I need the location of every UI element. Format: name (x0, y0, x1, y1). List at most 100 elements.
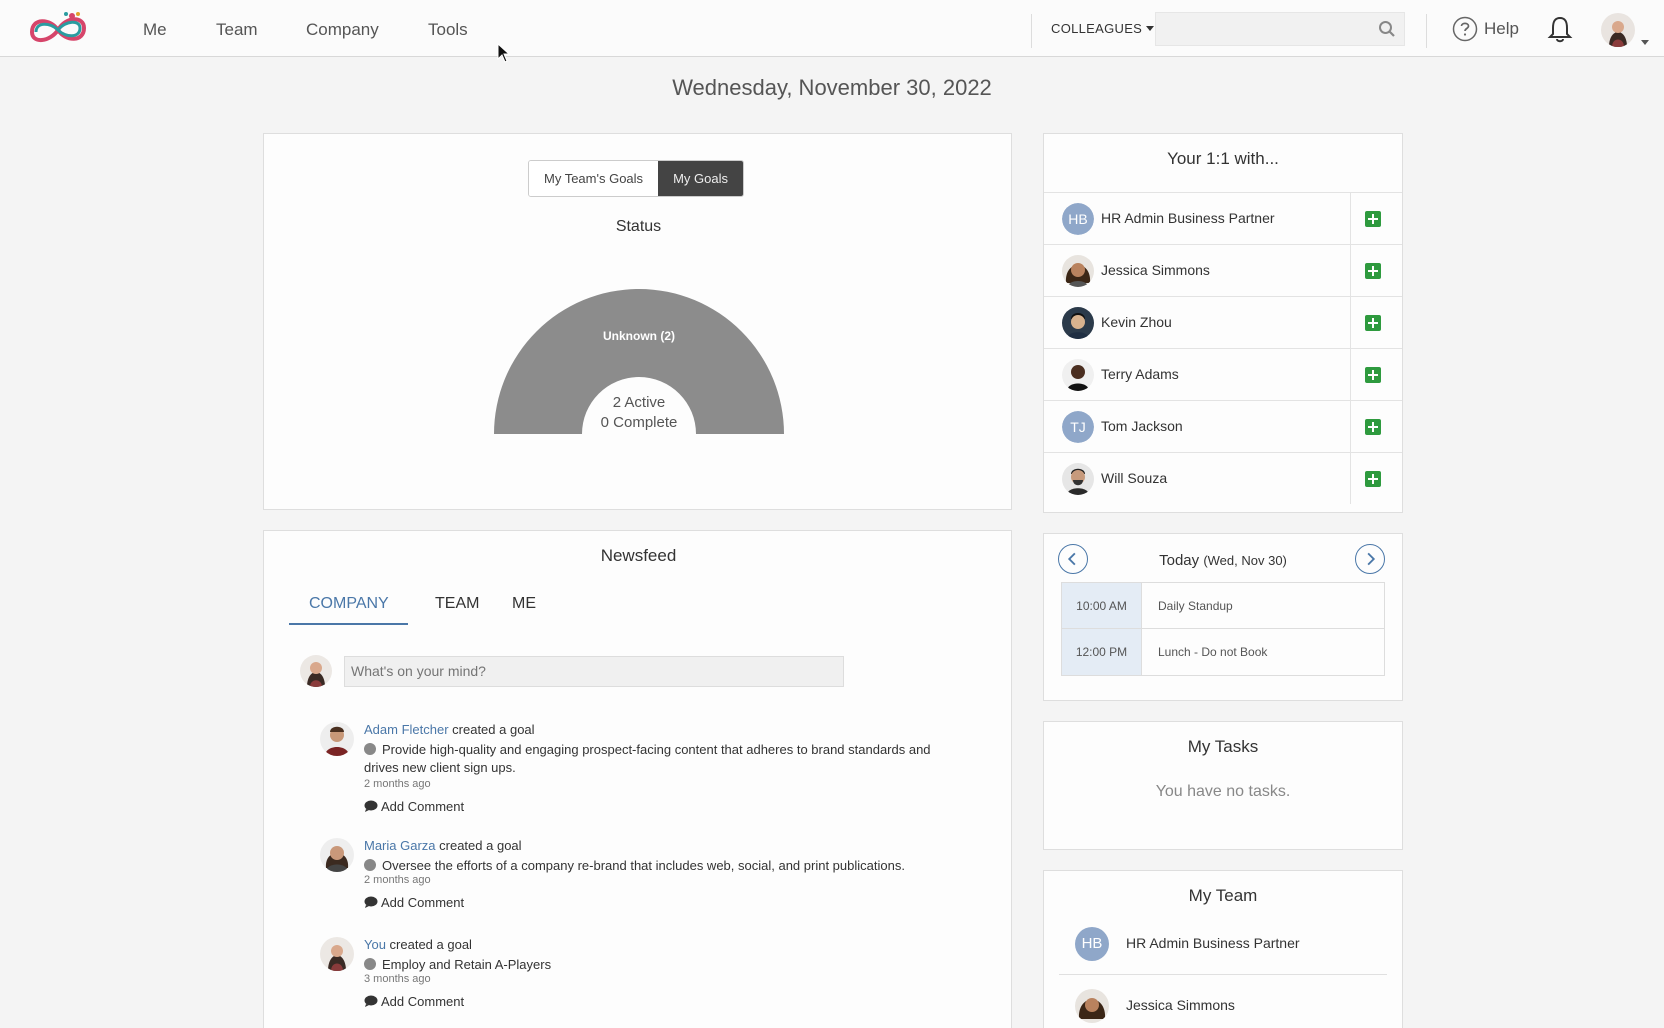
one-on-one-row[interactable]: Terry Adams (1044, 348, 1402, 400)
feed-author-link[interactable]: Maria Garza (364, 838, 436, 853)
avatar (1062, 255, 1094, 287)
user-avatar[interactable] (1601, 13, 1635, 47)
top-navigation-bar: Me Team Company Tools COLLEAGUES Help (0, 0, 1664, 57)
add-one-on-one-button[interactable] (1365, 471, 1381, 487)
comment-icon (364, 995, 378, 1007)
feed-author-link[interactable]: Adam Fletcher (364, 722, 449, 737)
feed-goal-text[interactable]: Oversee the efforts of a company re-bran… (382, 858, 905, 873)
company-logo[interactable] (26, 10, 90, 48)
status-post-input[interactable] (344, 656, 844, 687)
person-name: Terry Adams (1101, 366, 1179, 382)
feed-goal-text[interactable]: Employ and Retain A-Players (382, 957, 551, 972)
feed-headline: Adam Fletcher created a goal (364, 722, 535, 737)
comment-icon (364, 800, 378, 812)
my-team-card: My Team HB HR Admin Business Partner Jes… (1043, 870, 1403, 1028)
feed-goal: Provide high-quality and engaging prospe… (364, 741, 954, 777)
avatar-initials: TJ (1062, 411, 1094, 443)
nav-company[interactable]: Company (306, 20, 379, 40)
event-title[interactable]: Daily Standup (1158, 583, 1233, 629)
search-box (1155, 12, 1405, 46)
avatar (1075, 989, 1109, 1023)
add-comment-button[interactable]: Add Comment (364, 994, 464, 1009)
feed-timestamp: 2 months ago (364, 874, 431, 886)
event-title[interactable]: Lunch - Do not Book (1158, 629, 1267, 675)
question-circle-icon (1452, 16, 1478, 42)
calendar-events: 10:00 AM Daily Standup 12:00 PM Lunch - … (1061, 582, 1385, 676)
feed-action: created a goal (448, 722, 535, 737)
avatar[interactable] (320, 722, 354, 756)
search-icon[interactable] (1378, 20, 1396, 38)
person-name: Will Souza (1101, 470, 1168, 486)
no-tasks-message: You have no tasks. (1155, 783, 1291, 800)
team-member-row[interactable]: HB HR Admin Business Partner (1059, 913, 1387, 975)
one-on-one-row[interactable]: Jessica Simmons (1044, 244, 1402, 296)
nav-tools[interactable]: Tools (428, 20, 468, 40)
add-comment-label: Add Comment (381, 799, 465, 814)
add-comment-button[interactable]: Add Comment (364, 895, 464, 910)
status-chart-title: Status (615, 218, 662, 235)
goal-status-dot (364, 859, 376, 871)
row-divider (1350, 245, 1351, 296)
add-one-on-one-button[interactable] (1365, 367, 1381, 383)
feed-goal-text[interactable]: Provide high-quality and engaging prospe… (364, 742, 931, 775)
calendar-card: Today (Wed, Nov 30) 10:00 AM Daily Stand… (1043, 533, 1403, 701)
add-comment-button[interactable]: Add Comment (364, 799, 464, 814)
avatar: TJ (1062, 411, 1094, 443)
team-member-row[interactable]: Jessica Simmons (1059, 975, 1387, 1028)
row-divider (1350, 453, 1351, 504)
nav-team[interactable]: Team (216, 20, 258, 40)
feed-author-link[interactable]: You (364, 937, 386, 952)
one-on-one-row[interactable]: Will Souza (1044, 452, 1402, 504)
nav-divider (1031, 14, 1032, 48)
newsfeed-title: Newsfeed (600, 546, 677, 565)
comment-icon (364, 896, 378, 908)
row-divider (1350, 193, 1351, 244)
event-time: 10:00 AM (1062, 583, 1142, 628)
goal-status-dot (364, 958, 376, 970)
avatar (1062, 359, 1094, 391)
my-teams-goals-button[interactable]: My Team's Goals (529, 161, 659, 196)
row-divider (1350, 349, 1351, 400)
add-one-on-one-button[interactable] (1365, 419, 1381, 435)
avatar: HB (1062, 203, 1094, 235)
chevron-right-icon[interactable] (1355, 544, 1385, 574)
nav-divider (1426, 14, 1427, 48)
one-on-one-title: Your 1:1 with... (1167, 149, 1279, 168)
chevron-down-icon (1146, 26, 1155, 31)
nav-me[interactable]: Me (143, 20, 167, 40)
chevron-down-icon[interactable] (1641, 40, 1649, 45)
add-one-on-one-button[interactable] (1365, 211, 1381, 227)
feed-timestamp: 2 months ago (364, 778, 431, 790)
person-name: Kevin Zhou (1101, 314, 1172, 330)
add-one-on-one-button[interactable] (1365, 315, 1381, 331)
one-on-one-row[interactable]: TJ Tom Jackson (1044, 400, 1402, 452)
one-on-one-card: Your 1:1 with... HB HR Admin Business Pa… (1043, 133, 1403, 513)
event-time: 12:00 PM (1062, 629, 1142, 675)
row-divider (1350, 401, 1351, 452)
avatar[interactable] (320, 937, 354, 971)
add-one-on-one-button[interactable] (1365, 263, 1381, 279)
avatar (1062, 463, 1094, 495)
calendar-event-row[interactable]: 10:00 AM Daily Standup (1062, 583, 1384, 629)
team-member-name: HR Admin Business Partner (1126, 935, 1300, 951)
tab-company[interactable]: COMPANY (309, 595, 389, 613)
one-on-one-row[interactable]: HB HR Admin Business Partner (1044, 192, 1402, 244)
notification-bell-icon[interactable] (1547, 15, 1573, 43)
search-input[interactable] (1156, 13, 1366, 45)
gauge-segment-label: Unknown (2) (603, 329, 675, 343)
add-comment-label: Add Comment (381, 994, 465, 1009)
calendar-title: Today (Wed, Nov 30) (1044, 552, 1402, 569)
gauge-segment-unknown[interactable] (494, 289, 784, 434)
avatar-initials: HB (1075, 927, 1109, 961)
tab-team[interactable]: TEAM (435, 595, 479, 613)
active-goals-count: 2 Active (612, 394, 666, 411)
one-on-one-row[interactable]: Kevin Zhou (1044, 296, 1402, 348)
tab-me[interactable]: ME (512, 595, 536, 613)
calendar-event-row[interactable]: 12:00 PM Lunch - Do not Book (1062, 629, 1384, 675)
team-member-name: Jessica Simmons (1126, 997, 1235, 1013)
colleagues-label: COLLEAGUES (1051, 21, 1143, 36)
my-goals-button[interactable]: My Goals (658, 161, 743, 196)
person-name: HR Admin Business Partner (1101, 210, 1275, 226)
colleagues-dropdown[interactable]: COLLEAGUES (1051, 21, 1155, 36)
avatar[interactable] (320, 838, 354, 872)
